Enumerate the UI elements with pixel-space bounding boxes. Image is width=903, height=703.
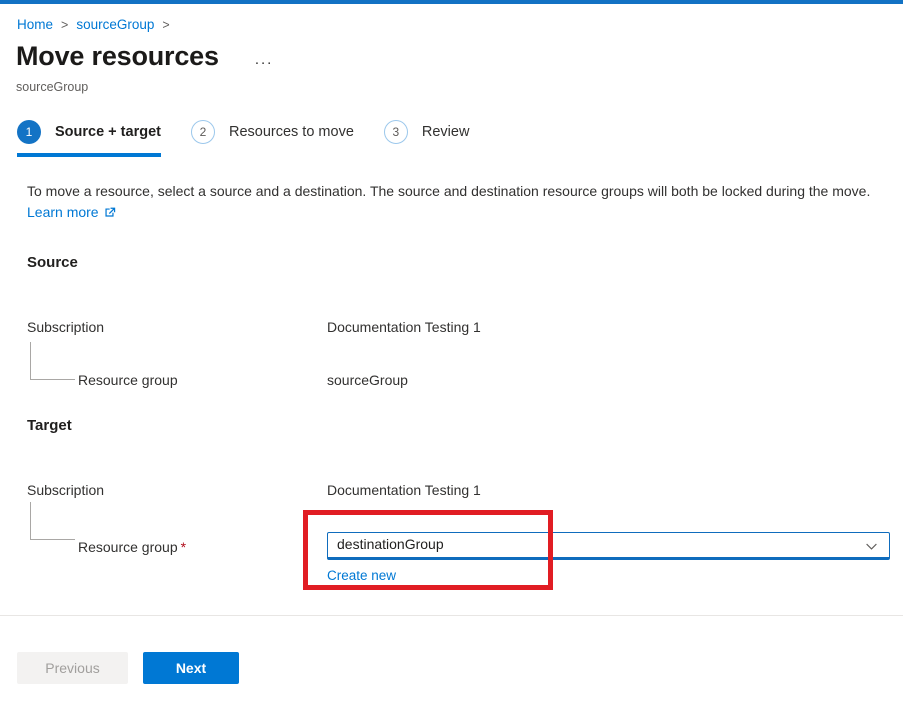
breadcrumb-home-link[interactable]: Home: [17, 17, 53, 32]
source-section-heading: Source: [27, 254, 903, 271]
next-button[interactable]: Next: [143, 652, 239, 684]
create-new-link[interactable]: Create new: [327, 568, 396, 583]
description-text: To move a resource, select a source and …: [27, 183, 870, 199]
step-1-label: Source + target: [55, 124, 161, 140]
resource-group-combobox[interactable]: [327, 532, 890, 560]
breadcrumb: Home>sourceGroup>: [17, 17, 903, 32]
breadcrumb-sourcegroup-link[interactable]: sourceGroup: [76, 17, 154, 32]
target-resource-group-label: Resource group*: [27, 539, 327, 555]
source-resource-group-value: sourceGroup: [327, 372, 408, 388]
learn-more-label: Learn more: [27, 204, 99, 220]
page-description: To move a resource, select a source and …: [27, 181, 885, 225]
source-subscription-label: Subscription: [27, 319, 327, 335]
tree-connector-line: [30, 342, 75, 380]
tree-connector-line: [30, 502, 75, 540]
target-resource-group-label-text: Resource group: [78, 539, 178, 555]
target-subscription-label: Subscription: [27, 482, 327, 498]
target-resource-group-row: Resource group* Create new: [27, 532, 903, 583]
source-subscription-value: Documentation Testing 1: [327, 319, 481, 335]
learn-more-link[interactable]: Learn more: [27, 204, 116, 220]
footer-divider: [0, 615, 903, 616]
source-resource-group-row: Resource group sourceGroup: [27, 372, 903, 388]
tab-source-target[interactable]: 1 Source + target: [17, 120, 161, 157]
page-header: Move resources ...: [16, 41, 903, 72]
target-subscription-value: Documentation Testing 1: [327, 482, 481, 498]
more-options-icon[interactable]: ...: [255, 46, 274, 67]
tab-resources-to-move[interactable]: 2 Resources to move: [191, 120, 354, 157]
target-section-heading: Target: [27, 417, 903, 434]
page-subtitle: sourceGroup: [16, 80, 903, 94]
wizard-steps: 1 Source + target 2 Resources to move 3 …: [17, 120, 903, 157]
breadcrumb-separator: >: [154, 18, 177, 32]
target-resource-group-field: Create new: [327, 532, 890, 583]
required-asterisk: *: [181, 539, 186, 555]
step-3-circle: 3: [384, 120, 408, 144]
step-3-label: Review: [422, 124, 470, 140]
tab-review[interactable]: 3 Review: [384, 120, 470, 157]
step-1-circle: 1: [17, 120, 41, 144]
breadcrumb-separator: >: [53, 18, 76, 32]
previous-button[interactable]: Previous: [17, 652, 128, 684]
step-2-label: Resources to move: [229, 124, 354, 140]
step-2-circle: 2: [191, 120, 215, 144]
source-subscription-row: Subscription Documentation Testing 1: [27, 319, 903, 335]
top-accent-bar: [0, 0, 903, 4]
external-link-icon: [103, 204, 116, 225]
chevron-down-icon[interactable]: [865, 540, 878, 556]
target-subscription-row: Subscription Documentation Testing 1: [27, 482, 903, 498]
footer-buttons: Previous Next: [17, 652, 903, 684]
page-title: Move resources: [16, 41, 219, 72]
